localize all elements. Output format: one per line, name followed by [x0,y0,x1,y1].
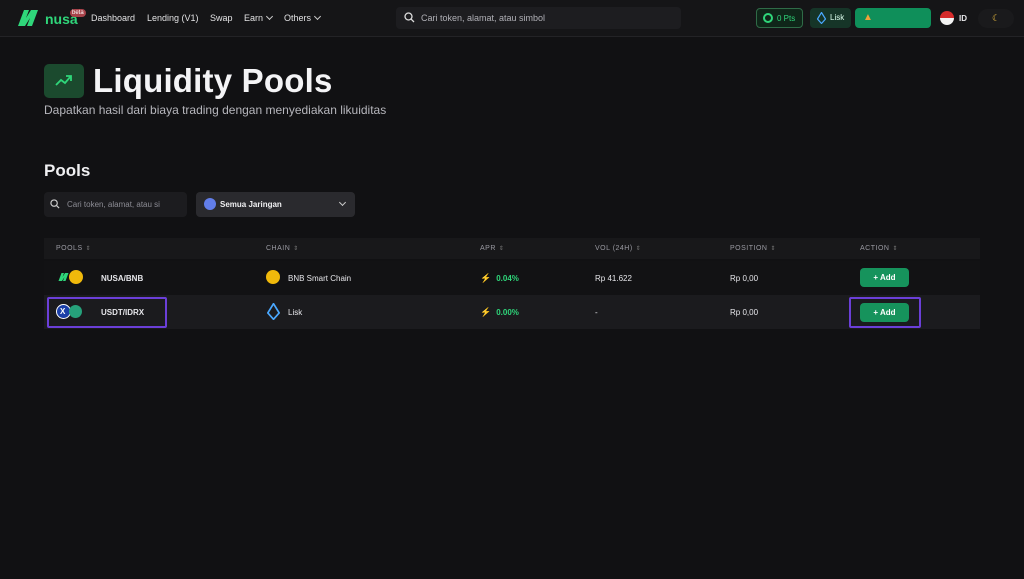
pool-search-input[interactable]: Cari token, alamat, atau si [44,192,187,217]
top-navbar: nusa beta Dashboard Lending (V1) Swap Ea… [0,0,1024,37]
network-label: Lisk [830,13,845,22]
wallet-button[interactable]: ▲ [855,8,931,28]
sort-icon: ⇕ [635,246,642,252]
points-label: 0 Pts [777,14,796,23]
indonesia-flag-icon[interactable] [940,11,954,25]
beta-badge: beta [70,9,86,17]
bnb-chain-icon [266,270,280,284]
nav-lending[interactable]: Lending (V1) [147,13,199,23]
network-filter-label: Semua Jaringan [220,200,282,209]
points-icon [763,13,773,23]
nusa-logo-icon[interactable] [17,9,39,27]
pool-search-placeholder: Cari token, alamat, atau si [67,200,160,209]
nav-earn[interactable]: Earn [244,12,274,23]
moon-icon: ☾ [992,13,1001,23]
sort-icon: ⇕ [293,246,299,252]
lisk-icon [817,12,826,24]
sort-icon: ⇕ [892,246,898,252]
bnb-token-icon [69,270,83,284]
network-filter-select[interactable]: Semua Jaringan [196,192,355,217]
add-button-highlight-box [849,297,921,328]
chevron-down-icon [313,12,322,21]
pool-name: NUSA/BNB [101,274,144,283]
pools-table-header: POOLS ⇕ CHAIN ⇕ APR ⇕ VOL (24H) ⇕ POSITION ⇕ … [44,238,980,259]
chain-name: BNB Smart Chain [288,274,352,283]
lightning-icon: ⚡ [480,307,492,317]
sort-icon: ⇕ [770,246,776,252]
apr-value: 0.00% [496,308,519,317]
table-row[interactable]: X USDT/IDRX Lisk ⚡ 0.00% - Rp 0,00 + Add [44,295,980,329]
lisk-chain-icon [267,303,280,320]
global-search-input[interactable]: Cari token, alamat, atau simbol [396,7,681,29]
metamask-fox-icon: ▲ [863,12,873,23]
theme-toggle[interactable]: ☾ [978,9,1014,28]
column-header-position[interactable]: POSITION ⇕ [730,245,776,252]
chevron-down-icon [338,198,347,207]
chevron-down-icon [265,12,274,21]
page-subtitle: Dapatkan hasil dari biaya trading dengan… [44,103,387,117]
chain-name: Lisk [288,308,303,317]
nav-others-label: Others [284,13,312,23]
nav-earn-label: Earn [244,13,264,23]
ethereum-icon [204,198,216,210]
nav-dashboard[interactable]: Dashboard [91,13,135,23]
nav-others[interactable]: Others [284,12,322,23]
points-button[interactable]: 0 Pts [756,8,803,28]
pool-highlight-box [47,297,167,328]
volume-value: Rp 41.622 [595,274,632,283]
search-icon [50,199,60,209]
table-row[interactable]: NUSA/BNB BNB Smart Chain ⚡ 0.04% Rp 41.62… [44,261,980,295]
language-label[interactable]: ID [959,14,967,23]
column-header-chain[interactable]: CHAIN ⇕ [266,245,299,252]
nav-swap[interactable]: Swap [210,13,233,23]
page-title: Liquidity Pools [93,62,333,99]
sort-icon: ⇕ [85,246,92,252]
lightning-icon: ⚡ [480,273,492,283]
search-icon [404,12,415,23]
column-header-apr[interactable]: APR ⇕ [480,245,504,252]
apr-cell: ⚡ 0.00% [480,307,519,318]
add-liquidity-button[interactable]: + Add [860,268,909,287]
nusa-token-icon [58,273,69,281]
sort-icon: ⇕ [498,246,505,252]
apr-value: 0.04% [496,274,519,283]
column-header-pools[interactable]: POOLS ⇕ [56,245,91,252]
pools-section-title: Pools [44,161,91,180]
column-header-volume[interactable]: VOL (24H) ⇕ [595,245,641,252]
network-switch-button[interactable]: Lisk [810,8,851,28]
position-value: Rp 0,00 [730,274,759,283]
column-header-action[interactable]: ACTION ⇕ [860,245,898,252]
position-value: Rp 0,00 [730,308,759,317]
trending-up-icon [44,64,84,98]
volume-value: - [595,308,598,317]
apr-cell: ⚡ 0.04% [480,273,519,284]
global-search-placeholder: Cari token, alamat, atau simbol [421,13,546,23]
